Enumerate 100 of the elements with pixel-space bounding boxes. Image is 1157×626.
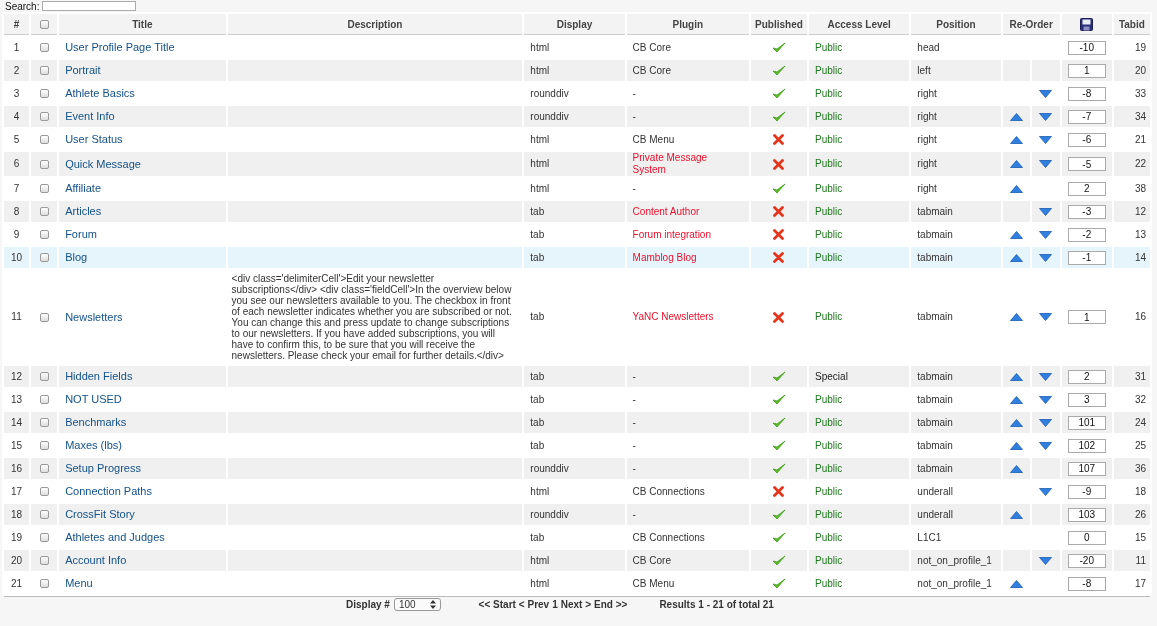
row-checkbox[interactable] xyxy=(39,418,49,427)
up-arrow-icon[interactable] xyxy=(1009,184,1023,193)
order-field[interactable]: 1 xyxy=(1067,63,1106,78)
cross-icon[interactable] xyxy=(773,229,785,240)
order-field[interactable]: -1 xyxy=(1067,250,1106,265)
down-arrow-icon[interactable] xyxy=(1039,313,1053,321)
tab-title-link[interactable]: NOT USED xyxy=(65,393,122,405)
order-field[interactable]: -6 xyxy=(1067,132,1106,147)
row-checkbox[interactable] xyxy=(39,372,49,381)
down-arrow-icon[interactable] xyxy=(1039,487,1053,496)
pagination-link[interactable]: End >> xyxy=(594,599,628,610)
checkmark-icon[interactable] xyxy=(772,508,786,521)
down-arrow-icon[interactable] xyxy=(1039,135,1053,144)
tab-title-link[interactable]: Maxes (lbs) xyxy=(65,439,122,451)
down-arrow-icon[interactable] xyxy=(1039,207,1053,216)
up-arrow-icon[interactable] xyxy=(1009,112,1023,121)
down-arrow-icon[interactable] xyxy=(1039,112,1053,121)
checkmark-icon[interactable] xyxy=(772,439,786,452)
cross-icon[interactable] xyxy=(773,311,785,323)
order-field[interactable]: 2 xyxy=(1067,181,1106,196)
pagination-link[interactable]: << Start xyxy=(478,599,516,610)
search-field[interactable] xyxy=(42,1,137,11)
row-checkbox[interactable] xyxy=(39,89,49,98)
order-field[interactable]: -2 xyxy=(1067,227,1106,242)
tab-title-link[interactable]: Connection Paths xyxy=(65,485,152,497)
row-checkbox[interactable] xyxy=(39,579,49,588)
checkmark-icon[interactable] xyxy=(772,531,786,544)
row-checkbox[interactable] xyxy=(39,533,49,542)
up-arrow-icon[interactable] xyxy=(1009,441,1023,450)
tab-title-link[interactable]: Menu xyxy=(65,577,93,589)
pagination-link[interactable]: 1 xyxy=(552,599,558,610)
save-icon[interactable] xyxy=(1080,17,1094,31)
down-arrow-icon[interactable] xyxy=(1039,556,1053,565)
order-field[interactable]: -7 xyxy=(1067,109,1106,124)
order-field[interactable]: -10 xyxy=(1067,40,1106,55)
tab-title-link[interactable]: Athletes and Judges xyxy=(65,531,165,543)
up-arrow-icon[interactable] xyxy=(1009,253,1023,262)
up-arrow-icon[interactable] xyxy=(1009,135,1023,144)
cross-icon[interactable] xyxy=(773,134,785,145)
row-checkbox[interactable] xyxy=(39,135,49,144)
pagination-link[interactable]: Next > xyxy=(560,599,592,610)
order-field[interactable]: 102 xyxy=(1067,438,1106,453)
up-arrow-icon[interactable] xyxy=(1009,230,1023,239)
row-checkbox[interactable] xyxy=(39,184,49,193)
order-field[interactable]: -20 xyxy=(1067,553,1106,568)
down-arrow-icon[interactable] xyxy=(1039,372,1053,381)
up-arrow-icon[interactable] xyxy=(1009,395,1023,404)
row-checkbox[interactable] xyxy=(39,464,49,473)
display-count-select[interactable]: 100 xyxy=(393,598,441,611)
row-checkbox[interactable] xyxy=(39,230,49,239)
down-arrow-icon[interactable] xyxy=(1039,253,1053,262)
row-checkbox[interactable] xyxy=(39,159,49,169)
tab-title-link[interactable]: User Status xyxy=(65,133,123,145)
up-arrow-icon[interactable] xyxy=(1009,160,1023,168)
select-all-checkbox[interactable] xyxy=(39,19,49,29)
cross-icon[interactable] xyxy=(773,252,785,263)
order-field[interactable]: 103 xyxy=(1067,507,1106,522)
checkmark-icon[interactable] xyxy=(772,416,786,429)
order-field[interactable]: 3 xyxy=(1067,392,1106,407)
order-field[interactable]: 1 xyxy=(1067,310,1106,324)
order-field[interactable]: 2 xyxy=(1067,369,1106,384)
down-arrow-icon[interactable] xyxy=(1039,395,1053,404)
row-checkbox[interactable] xyxy=(39,556,49,565)
order-field[interactable]: 101 xyxy=(1067,415,1106,430)
order-field[interactable]: -8 xyxy=(1067,576,1106,591)
cross-icon[interactable] xyxy=(773,486,785,497)
checkmark-icon[interactable] xyxy=(772,554,786,567)
down-arrow-icon[interactable] xyxy=(1039,160,1053,168)
row-checkbox[interactable] xyxy=(39,207,49,216)
up-arrow-icon[interactable] xyxy=(1009,372,1023,381)
down-arrow-icon[interactable] xyxy=(1039,441,1053,450)
tab-title-link[interactable]: Newsletters xyxy=(65,310,123,323)
checkmark-icon[interactable] xyxy=(772,182,786,195)
row-checkbox[interactable] xyxy=(39,395,49,404)
up-arrow-icon[interactable] xyxy=(1009,464,1023,473)
down-arrow-icon[interactable] xyxy=(1039,89,1053,98)
checkmark-icon[interactable] xyxy=(772,64,786,77)
row-checkbox[interactable] xyxy=(39,312,49,322)
tab-title-link[interactable]: Forum xyxy=(65,228,97,240)
down-arrow-icon[interactable] xyxy=(1039,230,1053,239)
cross-icon[interactable] xyxy=(773,206,785,217)
tab-title-link[interactable]: Event Info xyxy=(65,110,115,122)
checkmark-icon[interactable] xyxy=(772,87,786,100)
order-field[interactable]: -5 xyxy=(1067,157,1106,171)
row-checkbox[interactable] xyxy=(39,112,49,121)
up-arrow-icon[interactable] xyxy=(1009,313,1023,321)
row-checkbox[interactable] xyxy=(39,441,49,450)
order-field[interactable]: -8 xyxy=(1067,86,1106,101)
tab-title-link[interactable]: Articles xyxy=(65,205,102,217)
order-field[interactable]: -9 xyxy=(1067,484,1106,499)
tab-title-link[interactable]: User Profile Page Title xyxy=(65,41,175,53)
row-checkbox[interactable] xyxy=(39,253,49,262)
cross-icon[interactable] xyxy=(773,158,785,170)
order-field[interactable]: 0 xyxy=(1067,530,1106,545)
checkmark-icon[interactable] xyxy=(772,41,786,54)
checkmark-icon[interactable] xyxy=(772,370,786,383)
order-field[interactable]: -3 xyxy=(1067,204,1106,219)
row-checkbox[interactable] xyxy=(39,43,49,52)
checkmark-icon[interactable] xyxy=(772,462,786,475)
row-checkbox[interactable] xyxy=(39,66,49,75)
